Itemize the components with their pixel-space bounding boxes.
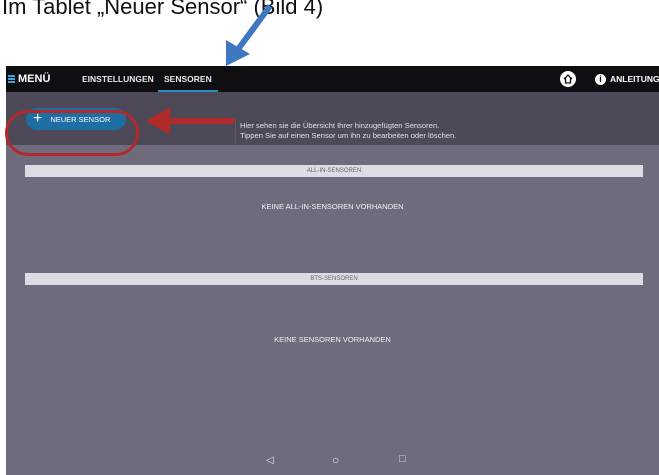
annotation-arrows [146, 4, 273, 135]
red-arrow-icon [146, 107, 234, 135]
blue-arrow-icon [226, 4, 273, 66]
